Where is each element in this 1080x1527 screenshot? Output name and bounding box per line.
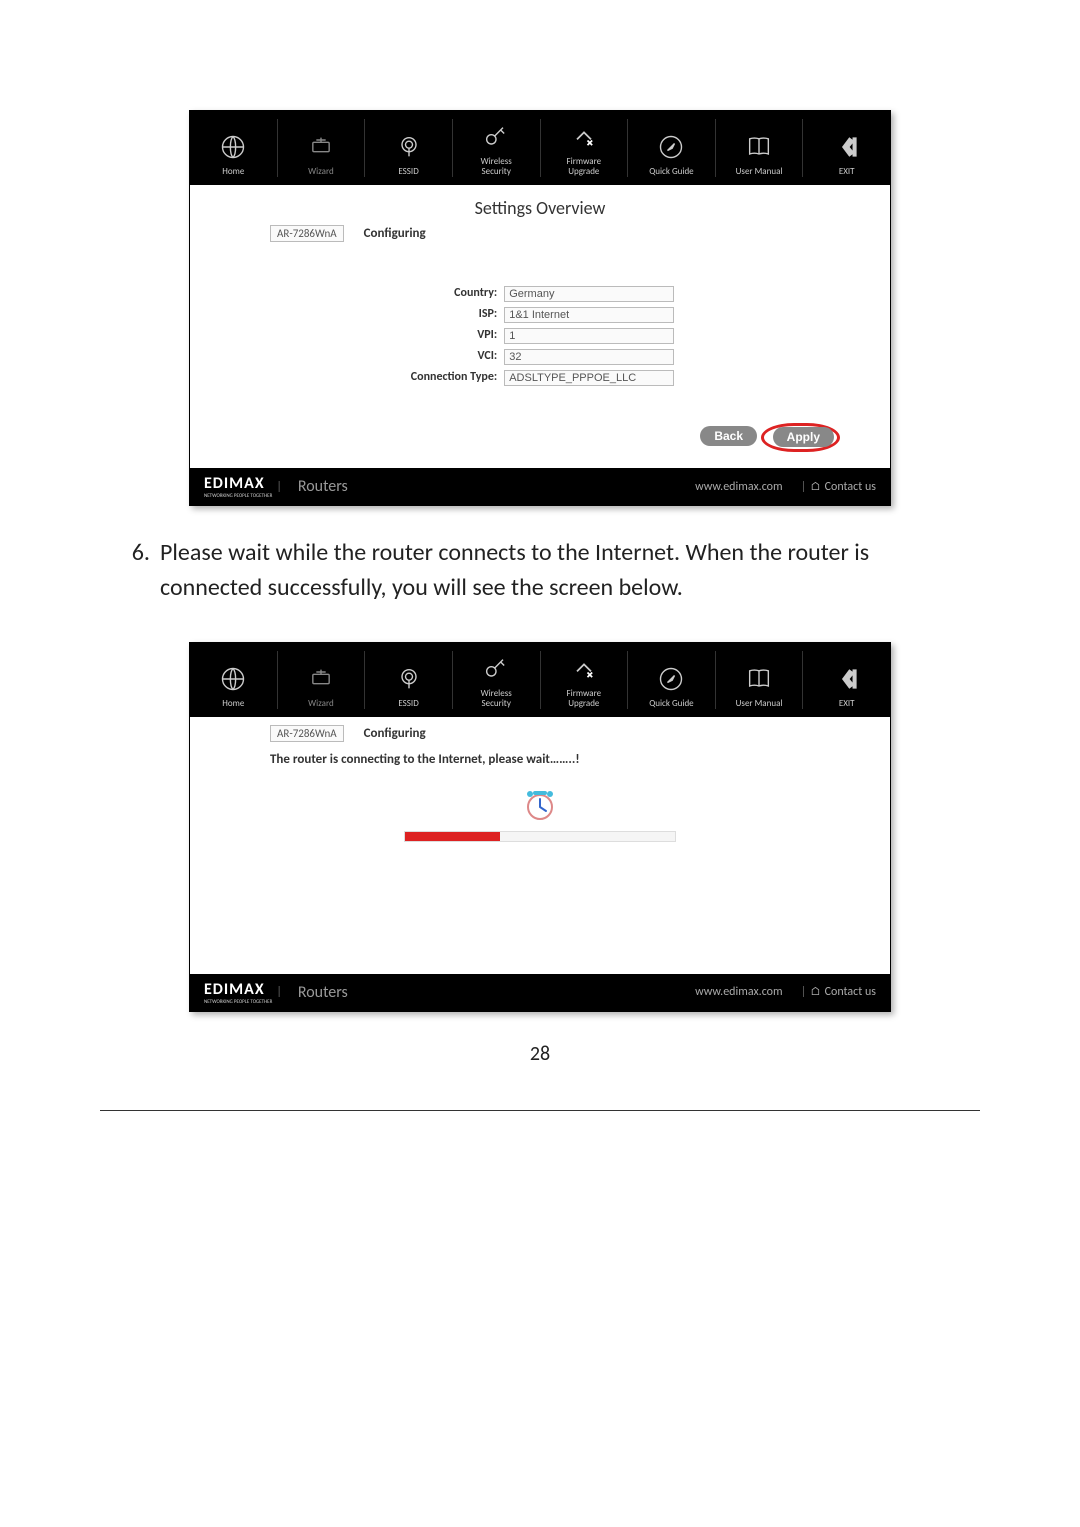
vci-input[interactable] <box>504 349 674 365</box>
nav-home[interactable]: Home <box>190 119 278 177</box>
footer-url[interactable]: www.edimax.com <box>695 985 782 999</box>
instruction-text: Please wait while the router connects to… <box>160 536 970 606</box>
nav-wizard[interactable]: Wizard <box>278 651 366 709</box>
footer-routers: Routers <box>298 983 348 1002</box>
country-label: Country: <box>405 282 503 303</box>
connection-type-input[interactable] <box>504 370 674 386</box>
upgrade-icon <box>568 121 600 153</box>
country-input[interactable] <box>504 286 674 302</box>
footer: EDIMAX NETWORKING PEOPLE TOGETHER | Rout… <box>190 468 890 505</box>
exit-icon <box>831 131 863 163</box>
settings-overview-title: Settings Overview <box>210 197 870 219</box>
footer: EDIMAX NETWORKING PEOPLE TOGETHER | Rout… <box>190 974 890 1011</box>
antenna-icon <box>393 663 425 695</box>
vpi-input[interactable] <box>504 328 674 344</box>
page-footer-rule <box>100 1110 980 1111</box>
home-icon: ⌂ <box>810 480 821 494</box>
settings-table: Country: ISP: VPI: VCI: Connection Type: <box>405 282 675 387</box>
antenna-icon <box>393 131 425 163</box>
nav-exit[interactable]: EXIT <box>803 651 890 709</box>
footer-url[interactable]: www.edimax.com <box>695 480 782 494</box>
wizard-icon <box>305 663 337 695</box>
instruction-step-6: 6. Please wait while the router connects… <box>110 536 970 606</box>
nav-wireless-security[interactable]: Wireless Security <box>453 651 541 709</box>
globe-icon <box>217 131 249 163</box>
screenshot-connecting: Home Wizard ESSID Wireless Security Firm… <box>189 642 891 1012</box>
top-nav-2: Home Wizard ESSID Wireless Security Firm… <box>190 643 890 717</box>
screenshot-settings-overview: Home Wizard ESSID Wireless Security Firm… <box>189 110 891 506</box>
nav-user-manual[interactable]: User Manual <box>716 119 804 177</box>
nav-exit[interactable]: EXIT <box>803 119 890 177</box>
top-nav: Home Wizard ESSID Wireless Security Firm… <box>190 111 890 185</box>
configuring-status: Configuring <box>364 726 426 741</box>
model-number: AR-7286WnA <box>270 225 344 242</box>
nav-essid[interactable]: ESSID <box>365 119 453 177</box>
book-icon <box>743 663 775 695</box>
apply-highlight-circle: Apply <box>761 423 840 452</box>
edimax-logo: EDIMAX NETWORKING PEOPLE TOGETHER <box>204 980 272 1005</box>
back-button[interactable]: Back <box>700 426 757 446</box>
key-icon <box>480 121 512 153</box>
isp-input[interactable] <box>504 307 674 323</box>
wizard-icon <box>305 131 337 163</box>
book-icon <box>743 131 775 163</box>
connection-type-label: Connection Type: <box>405 366 503 387</box>
footer-contact[interactable]: ⌂ Contact us <box>810 480 876 494</box>
model-number: AR-7286WnA <box>270 725 344 742</box>
clock-icon <box>520 785 560 825</box>
vpi-label: VPI: <box>405 324 503 345</box>
page-number: 28 <box>100 1042 980 1066</box>
progress-bar-fill <box>405 832 500 841</box>
nav-user-manual[interactable]: User Manual <box>716 651 804 709</box>
instruction-number: 6. <box>110 536 160 606</box>
vci-label: VCI: <box>405 345 503 366</box>
nav-firmware-upgrade[interactable]: Firmware Upgrade <box>541 651 629 709</box>
compass-icon <box>655 663 687 695</box>
nav-quick-guide[interactable]: Quick Guide <box>628 651 716 709</box>
footer-contact[interactable]: ⌂ Contact us <box>810 985 876 999</box>
connecting-message: The router is connecting to the Internet… <box>270 752 870 767</box>
upgrade-icon <box>568 653 600 685</box>
key-icon <box>480 653 512 685</box>
progress-bar <box>404 831 676 842</box>
configuring-status: Configuring <box>364 226 426 241</box>
nav-wireless-security[interactable]: Wireless Security <box>453 119 541 177</box>
isp-label: ISP: <box>405 303 503 324</box>
globe-icon <box>217 663 249 695</box>
apply-button[interactable]: Apply <box>773 427 834 447</box>
nav-home[interactable]: Home <box>190 651 278 709</box>
edimax-logo: EDIMAX NETWORKING PEOPLE TOGETHER <box>204 474 272 499</box>
exit-icon <box>831 663 863 695</box>
nav-firmware-upgrade[interactable]: Firmware Upgrade <box>541 119 629 177</box>
nav-wizard[interactable]: Wizard <box>278 119 366 177</box>
nav-essid[interactable]: ESSID <box>365 651 453 709</box>
footer-routers: Routers <box>298 477 348 496</box>
nav-quick-guide[interactable]: Quick Guide <box>628 119 716 177</box>
compass-icon <box>655 131 687 163</box>
home-icon: ⌂ <box>810 985 821 999</box>
